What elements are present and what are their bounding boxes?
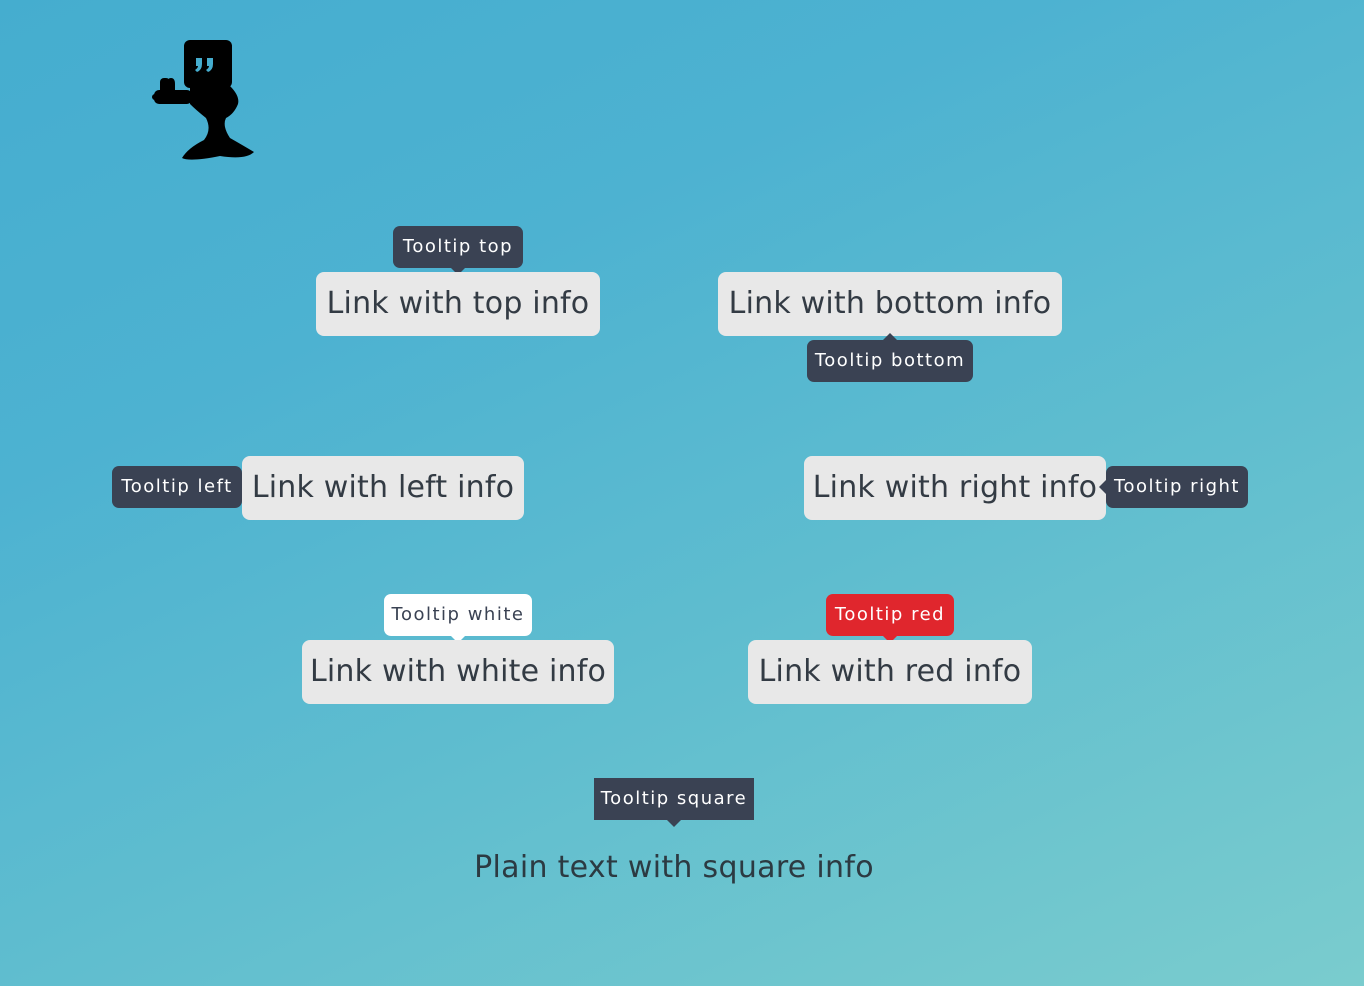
link-top-info[interactable]: Link with top info (316, 272, 600, 336)
tooltip-bottom-label: Tooltip bottom (814, 350, 966, 371)
quote-mascot-icon (152, 40, 254, 160)
tooltip-right: Tooltip right (1099, 466, 1248, 508)
tooltip-square-arrow (667, 820, 681, 827)
link-bottom-info[interactable]: Link with bottom info (718, 272, 1062, 336)
tooltip-white-label: Tooltip white (391, 604, 525, 625)
tooltip-square-label: Tooltip square (600, 788, 748, 809)
tooltip-left: Tooltip left (112, 466, 249, 508)
link-white-info[interactable]: Link with white info (302, 640, 614, 704)
tooltip-right-arrow (1099, 480, 1106, 494)
tooltip-square: Tooltip square (594, 778, 754, 827)
tooltip-red-label: Tooltip red (834, 604, 946, 625)
tooltip-bottom-arrow (883, 333, 897, 340)
link-red-info[interactable]: Link with red info (748, 640, 1032, 704)
tooltip-white: Tooltip white (384, 594, 532, 643)
plain-text-square-info: Plain text with square info (474, 850, 874, 885)
tooltip-top: Tooltip top (393, 226, 523, 275)
tooltip-right-label: Tooltip right (1114, 476, 1240, 497)
tooltip-red: Tooltip red (826, 594, 954, 643)
tooltip-left-label: Tooltip left (121, 476, 233, 497)
link-right-info[interactable]: Link with right info (804, 456, 1106, 520)
link-left-info[interactable]: Link with left info (242, 456, 524, 520)
tooltip-bottom: Tooltip bottom (807, 333, 973, 382)
tooltip-top-label: Tooltip top (402, 236, 514, 257)
